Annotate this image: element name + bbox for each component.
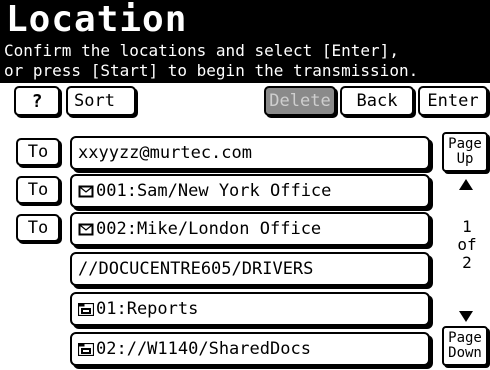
destination-text: 001:Sam/New York Office [96,181,332,201]
help-icon: ? [31,90,43,112]
back-label: Back [356,91,398,111]
back-button[interactable]: Back [340,86,414,116]
page-down-button[interactable]: Page Down [442,326,488,366]
folder-icon [78,342,94,356]
to-label: To [27,180,49,200]
destination-entry-2[interactable]: 001:Sam/New York Office [70,174,430,208]
header-bar: Location Confirm the locations and selec… [0,0,490,83]
instruction-line-2: or press [Start] to begin the transmissi… [4,61,419,80]
to-button-1[interactable]: To [16,138,60,166]
destination-entry-4[interactable]: //DOCUCENTRE605/DRIVERS [70,252,430,286]
destination-entry-1[interactable]: xxyyzz@murtec.com [70,136,430,170]
destination-entry-3[interactable]: 002:Mike/London Office [70,212,430,246]
to-label: To [27,142,49,162]
page-down-label-2: Down [448,345,482,361]
page-title: Location [6,0,188,40]
page-up-arrow-icon [459,179,473,190]
destination-text: 02://W1140/SharedDocs [96,339,311,359]
folder-icon [78,302,94,316]
help-button[interactable]: ? [14,86,60,116]
enter-label: Enter [427,91,479,111]
fax-icon [78,185,94,197]
current-page: 1 [462,217,472,236]
to-button-3[interactable]: To [16,214,60,242]
destination-text: 002:Mike/London Office [96,219,322,239]
sort-button[interactable]: Sort [66,86,136,116]
page-of-label: of [457,235,477,254]
destination-text: 01:Reports [96,299,199,319]
page-down-arrow-icon [459,311,473,322]
page-down-label-1: Page [448,330,482,346]
destination-entry-6[interactable]: 02://W1140/SharedDocs [70,332,430,366]
destination-entry-5[interactable]: 01:Reports [70,292,430,326]
to-label: To [27,218,49,238]
page-up-button[interactable]: Page Up [442,132,488,172]
total-pages: 2 [462,253,472,272]
instruction-line-1: Confirm the locations and select [Enter]… [4,41,399,60]
to-button-2[interactable]: To [16,176,60,204]
page-up-label-1: Page [448,136,482,152]
delete-label: Delete [269,91,331,111]
page-up-label-2: Up [456,151,474,167]
fax-icon [78,223,94,235]
delete-button[interactable]: Delete [264,86,336,116]
destination-text: //DOCUCENTRE605/DRIVERS [78,259,314,279]
sort-label: Sort [74,91,115,111]
destination-text: xxyyzz@murtec.com [78,143,252,163]
enter-button[interactable]: Enter [418,86,488,116]
